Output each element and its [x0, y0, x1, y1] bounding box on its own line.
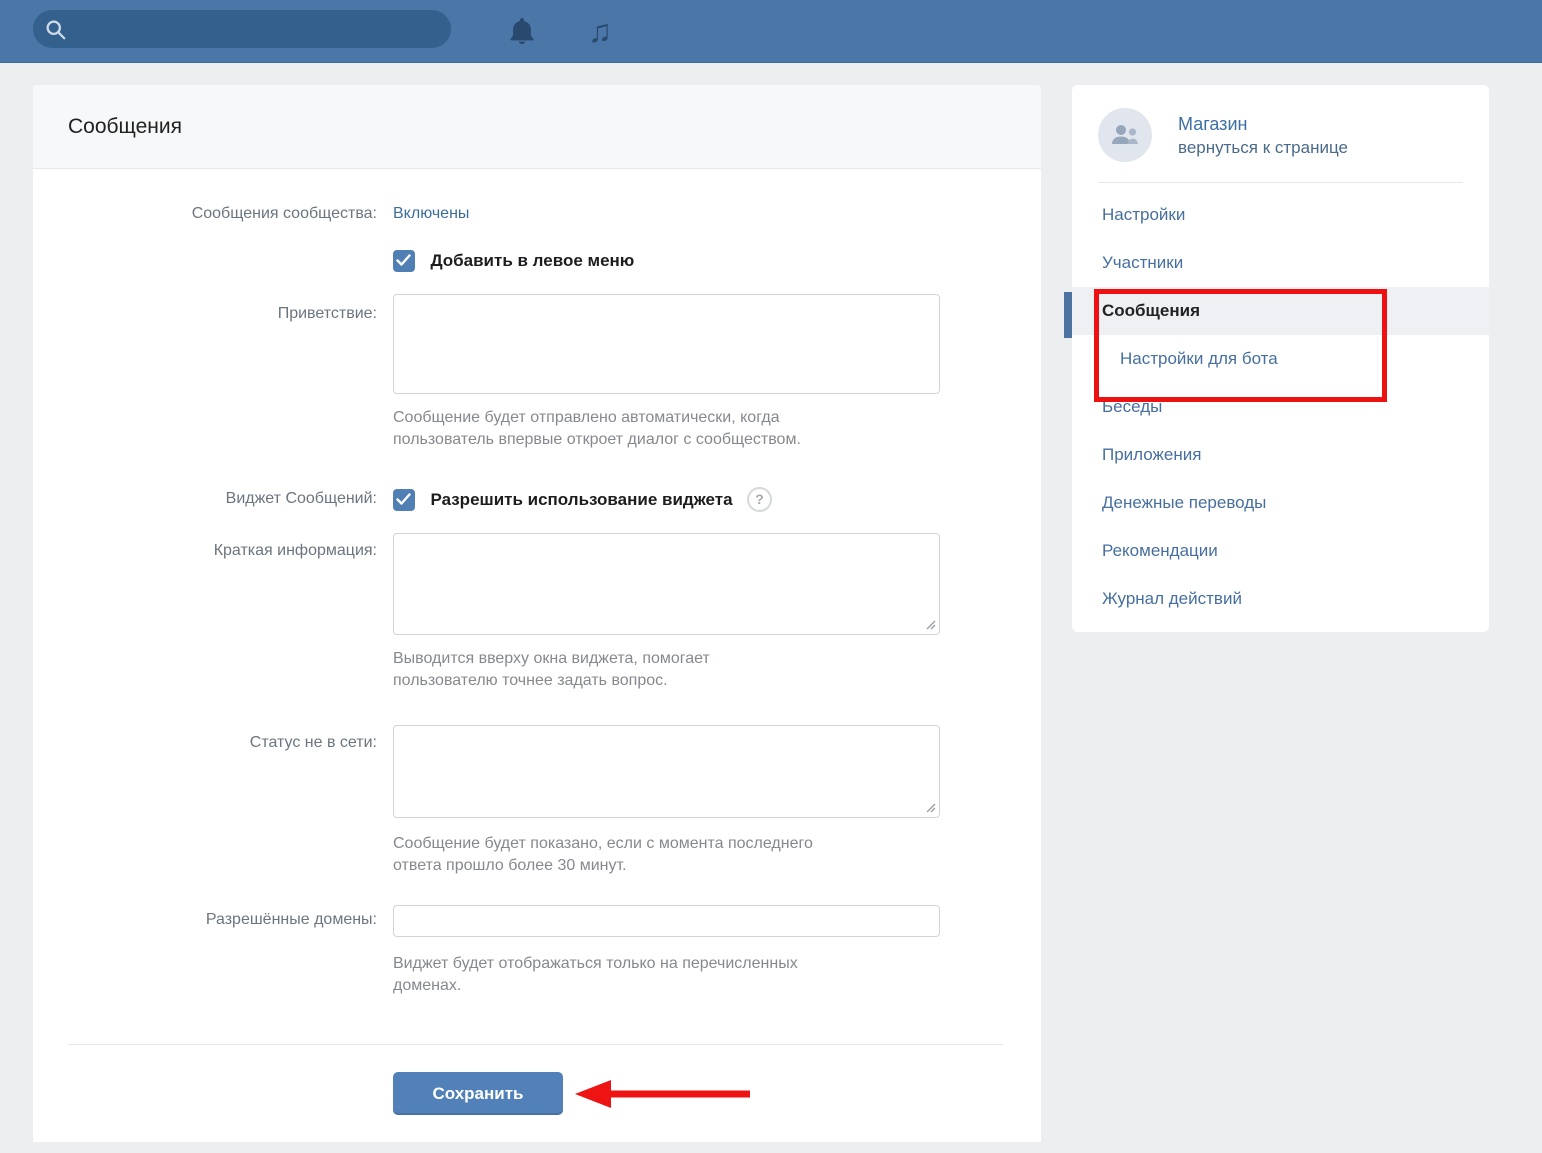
sidebar-nav: Настройки Участники Сообщения Настройки …	[1072, 183, 1489, 633]
community-name-link[interactable]: Магазин	[1178, 112, 1348, 136]
short-info-textarea[interactable]	[393, 533, 940, 635]
left-menu-checkbox-label[interactable]: Добавить в левое меню	[430, 251, 634, 270]
greeting-hint: Сообщение будет отправлено автоматически…	[393, 407, 1041, 451]
checkmark-icon	[396, 493, 412, 506]
greeting-textarea[interactable]	[393, 294, 940, 394]
allowed-domains-input[interactable]	[393, 905, 940, 937]
community-sidebar: Магазин вернуться к странице Настройки У…	[1072, 85, 1489, 632]
offline-status-label: Статус не в сети:	[33, 725, 385, 877]
short-info-hint: Выводится вверху окна виджета, помогает …	[393, 648, 1041, 692]
allowed-domains-row: Разрешённые домены: Виджет будет отображ…	[33, 905, 1041, 997]
community-avatar[interactable]	[1098, 108, 1152, 162]
checkmark-icon	[396, 254, 412, 267]
left-menu-checkbox[interactable]	[393, 250, 415, 272]
sidebar-item-action-log[interactable]: Журнал действий	[1072, 575, 1489, 623]
sidebar-item-chats[interactable]: Беседы	[1072, 383, 1489, 431]
offline-status-textarea[interactable]	[393, 725, 940, 818]
greeting-label: Приветствие:	[33, 294, 385, 451]
form-divider	[68, 1044, 1003, 1045]
save-button[interactable]: Сохранить	[393, 1072, 563, 1115]
panel-header: Сообщения	[33, 85, 1041, 169]
messages-settings-form: Сообщения сообщества: Включены Добавить …	[33, 169, 1041, 1115]
sidebar-item-members[interactable]: Участники	[1072, 239, 1489, 287]
people-icon	[1110, 124, 1140, 146]
help-question-icon[interactable]: ?	[747, 487, 772, 512]
community-profile-block: Магазин вернуться к странице	[1072, 85, 1489, 182]
sidebar-item-messages[interactable]: Сообщения	[1072, 287, 1489, 335]
search-icon	[45, 19, 66, 40]
widget-row: Виджет Сообщений: Разрешить использовани…	[33, 487, 1041, 512]
back-to-page-link[interactable]: вернуться к странице	[1178, 136, 1348, 159]
widget-checkbox[interactable]	[393, 489, 415, 511]
widget-checkbox-label[interactable]: Разрешить использование виджета	[430, 490, 732, 509]
music-note-icon[interactable]: ♫	[588, 10, 620, 42]
search-input[interactable]	[33, 10, 451, 48]
sidebar-item-bot-settings[interactable]: Настройки для бота	[1072, 335, 1489, 383]
widget-label: Виджет Сообщений:	[33, 487, 385, 512]
sidebar-item-settings[interactable]: Настройки	[1072, 191, 1489, 239]
messages-settings-panel: Сообщения Сообщения сообщества: Включены…	[33, 85, 1041, 1142]
page-title: Сообщения	[68, 115, 182, 139]
offline-status-hint: Сообщение будет показано, если с момента…	[393, 833, 1041, 877]
sidebar-item-money-transfers[interactable]: Денежные переводы	[1072, 479, 1489, 527]
active-item-indicator	[1064, 292, 1072, 338]
top-navigation-bar: ♫	[0, 0, 1542, 63]
allowed-domains-hint: Виджет будет отображаться только на пере…	[393, 953, 1041, 997]
allowed-domains-label: Разрешённые домены:	[33, 905, 385, 997]
sidebar-item-apps[interactable]: Приложения	[1072, 431, 1489, 479]
offline-status-row: Статус не в сети: Сообщение будет показа…	[33, 725, 1041, 877]
left-menu-row: Добавить в левое меню	[33, 250, 1041, 272]
short-info-row: Краткая информация: Выводится вверху окн…	[33, 533, 1041, 692]
short-info-label: Краткая информация:	[33, 533, 385, 692]
community-messages-label: Сообщения сообщества:	[33, 205, 385, 223]
bell-icon[interactable]	[506, 15, 538, 47]
greeting-row: Приветствие: Сообщение будет отправлено …	[33, 294, 1041, 451]
sidebar-item-recommendations[interactable]: Рекомендации	[1072, 527, 1489, 575]
community-messages-status-link[interactable]: Включены	[393, 205, 469, 222]
community-messages-row: Сообщения сообщества: Включены	[33, 205, 1041, 223]
